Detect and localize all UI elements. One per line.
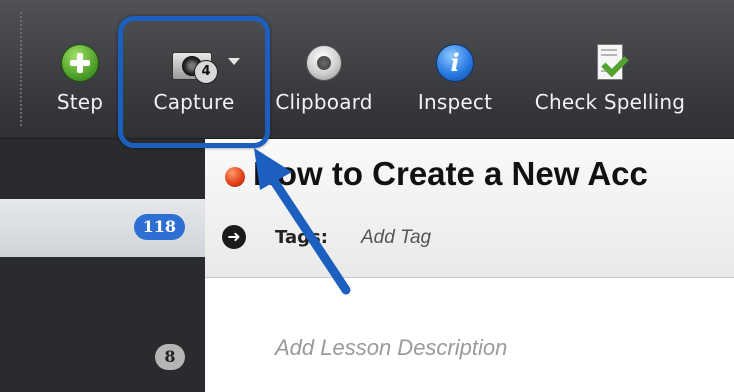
sidebar-item-selected[interactable]: 118 (0, 199, 205, 257)
tags-label: Tags: (275, 227, 328, 248)
info-icon: i (436, 44, 474, 82)
step-button[interactable]: Step (52, 0, 108, 138)
clipboard-button[interactable]: Clipboard (264, 0, 384, 138)
lesson-editor: How to Create a New Acc ➜ Tags: Add Tag … (205, 139, 734, 392)
add-tag-field[interactable]: Add Tag (361, 227, 431, 249)
capture-label: Capture (153, 90, 235, 114)
clipboard-label: Clipboard (275, 90, 373, 114)
sidebar-item[interactable]: 8 (0, 329, 205, 389)
toolbar: Step 4 Capture Clipboard i Inspect Check… (0, 0, 734, 139)
lesson-description-field[interactable]: Add Lesson Description (275, 335, 507, 361)
clipboard-icon (306, 45, 342, 81)
item-count-badge: 118 (133, 214, 185, 240)
capture-button[interactable]: 4 Capture (142, 0, 246, 138)
status-dot-icon (225, 167, 245, 187)
step-label: Step (56, 90, 104, 114)
check-spelling-button[interactable]: Check Spelling (524, 0, 696, 138)
chevron-down-icon[interactable] (228, 58, 240, 65)
inspect-label: Inspect (417, 90, 493, 114)
item-count-badge: 8 (155, 344, 185, 370)
plus-icon (61, 44, 99, 82)
inspect-button[interactable]: i Inspect (408, 0, 502, 138)
sidebar: 118 8 (0, 139, 205, 392)
check-spelling-label: Check Spelling (534, 90, 686, 114)
lesson-header: How to Create a New Acc ➜ Tags: Add Tag (205, 139, 734, 278)
spellcheck-icon (595, 44, 629, 82)
lesson-title[interactable]: How to Create a New Acc (253, 155, 648, 193)
camera-icon: 4 (172, 46, 218, 84)
capture-count-badge: 4 (194, 60, 218, 84)
arrow-left-icon[interactable]: ➜ (222, 225, 246, 249)
